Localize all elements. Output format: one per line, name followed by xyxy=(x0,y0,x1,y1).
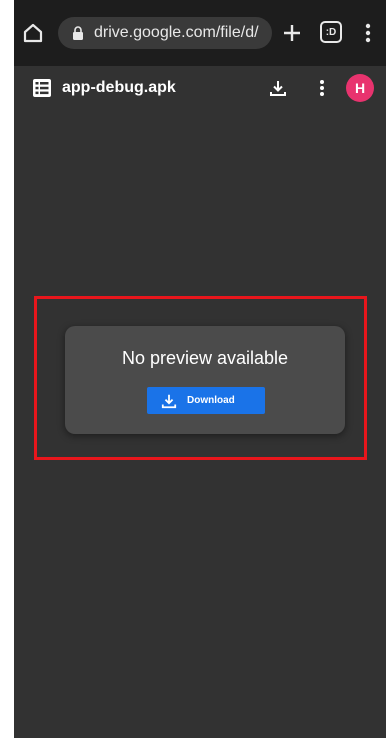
more-vert-icon xyxy=(365,23,371,43)
avatar-initial: H xyxy=(354,80,366,96)
no-preview-card: No preview available Download xyxy=(65,326,345,434)
browser-toolbar: drive.google.com/file/d/ :D xyxy=(14,0,386,66)
tabs-button[interactable]: :D xyxy=(320,21,342,43)
browser-menu-button[interactable] xyxy=(358,19,378,47)
tabs-icon: :D xyxy=(325,26,337,38)
new-tab-button[interactable] xyxy=(278,19,306,47)
url-text: drive.google.com/file/d/ xyxy=(94,24,259,41)
more-options-button[interactable] xyxy=(312,76,332,100)
download-label: Download xyxy=(187,395,235,406)
download-icon xyxy=(270,81,286,96)
file-list-icon xyxy=(33,79,51,97)
drive-app-bar: app-debug.apk H xyxy=(14,66,386,112)
file-title: app-debug.apk xyxy=(62,79,176,96)
address-bar[interactable]: drive.google.com/file/d/ xyxy=(58,17,272,49)
no-preview-message: No preview available xyxy=(121,348,289,368)
plus-icon xyxy=(284,25,300,41)
download-button[interactable]: Download xyxy=(147,387,265,414)
download-button-top[interactable] xyxy=(266,76,290,100)
more-vert-icon xyxy=(320,80,324,96)
home-icon xyxy=(23,23,43,43)
download-icon xyxy=(161,393,177,409)
home-button[interactable] xyxy=(20,20,46,46)
screen: drive.google.com/file/d/ :D app-debug.ap… xyxy=(14,0,386,738)
account-avatar[interactable]: H xyxy=(346,74,374,102)
lock-icon xyxy=(72,26,84,40)
